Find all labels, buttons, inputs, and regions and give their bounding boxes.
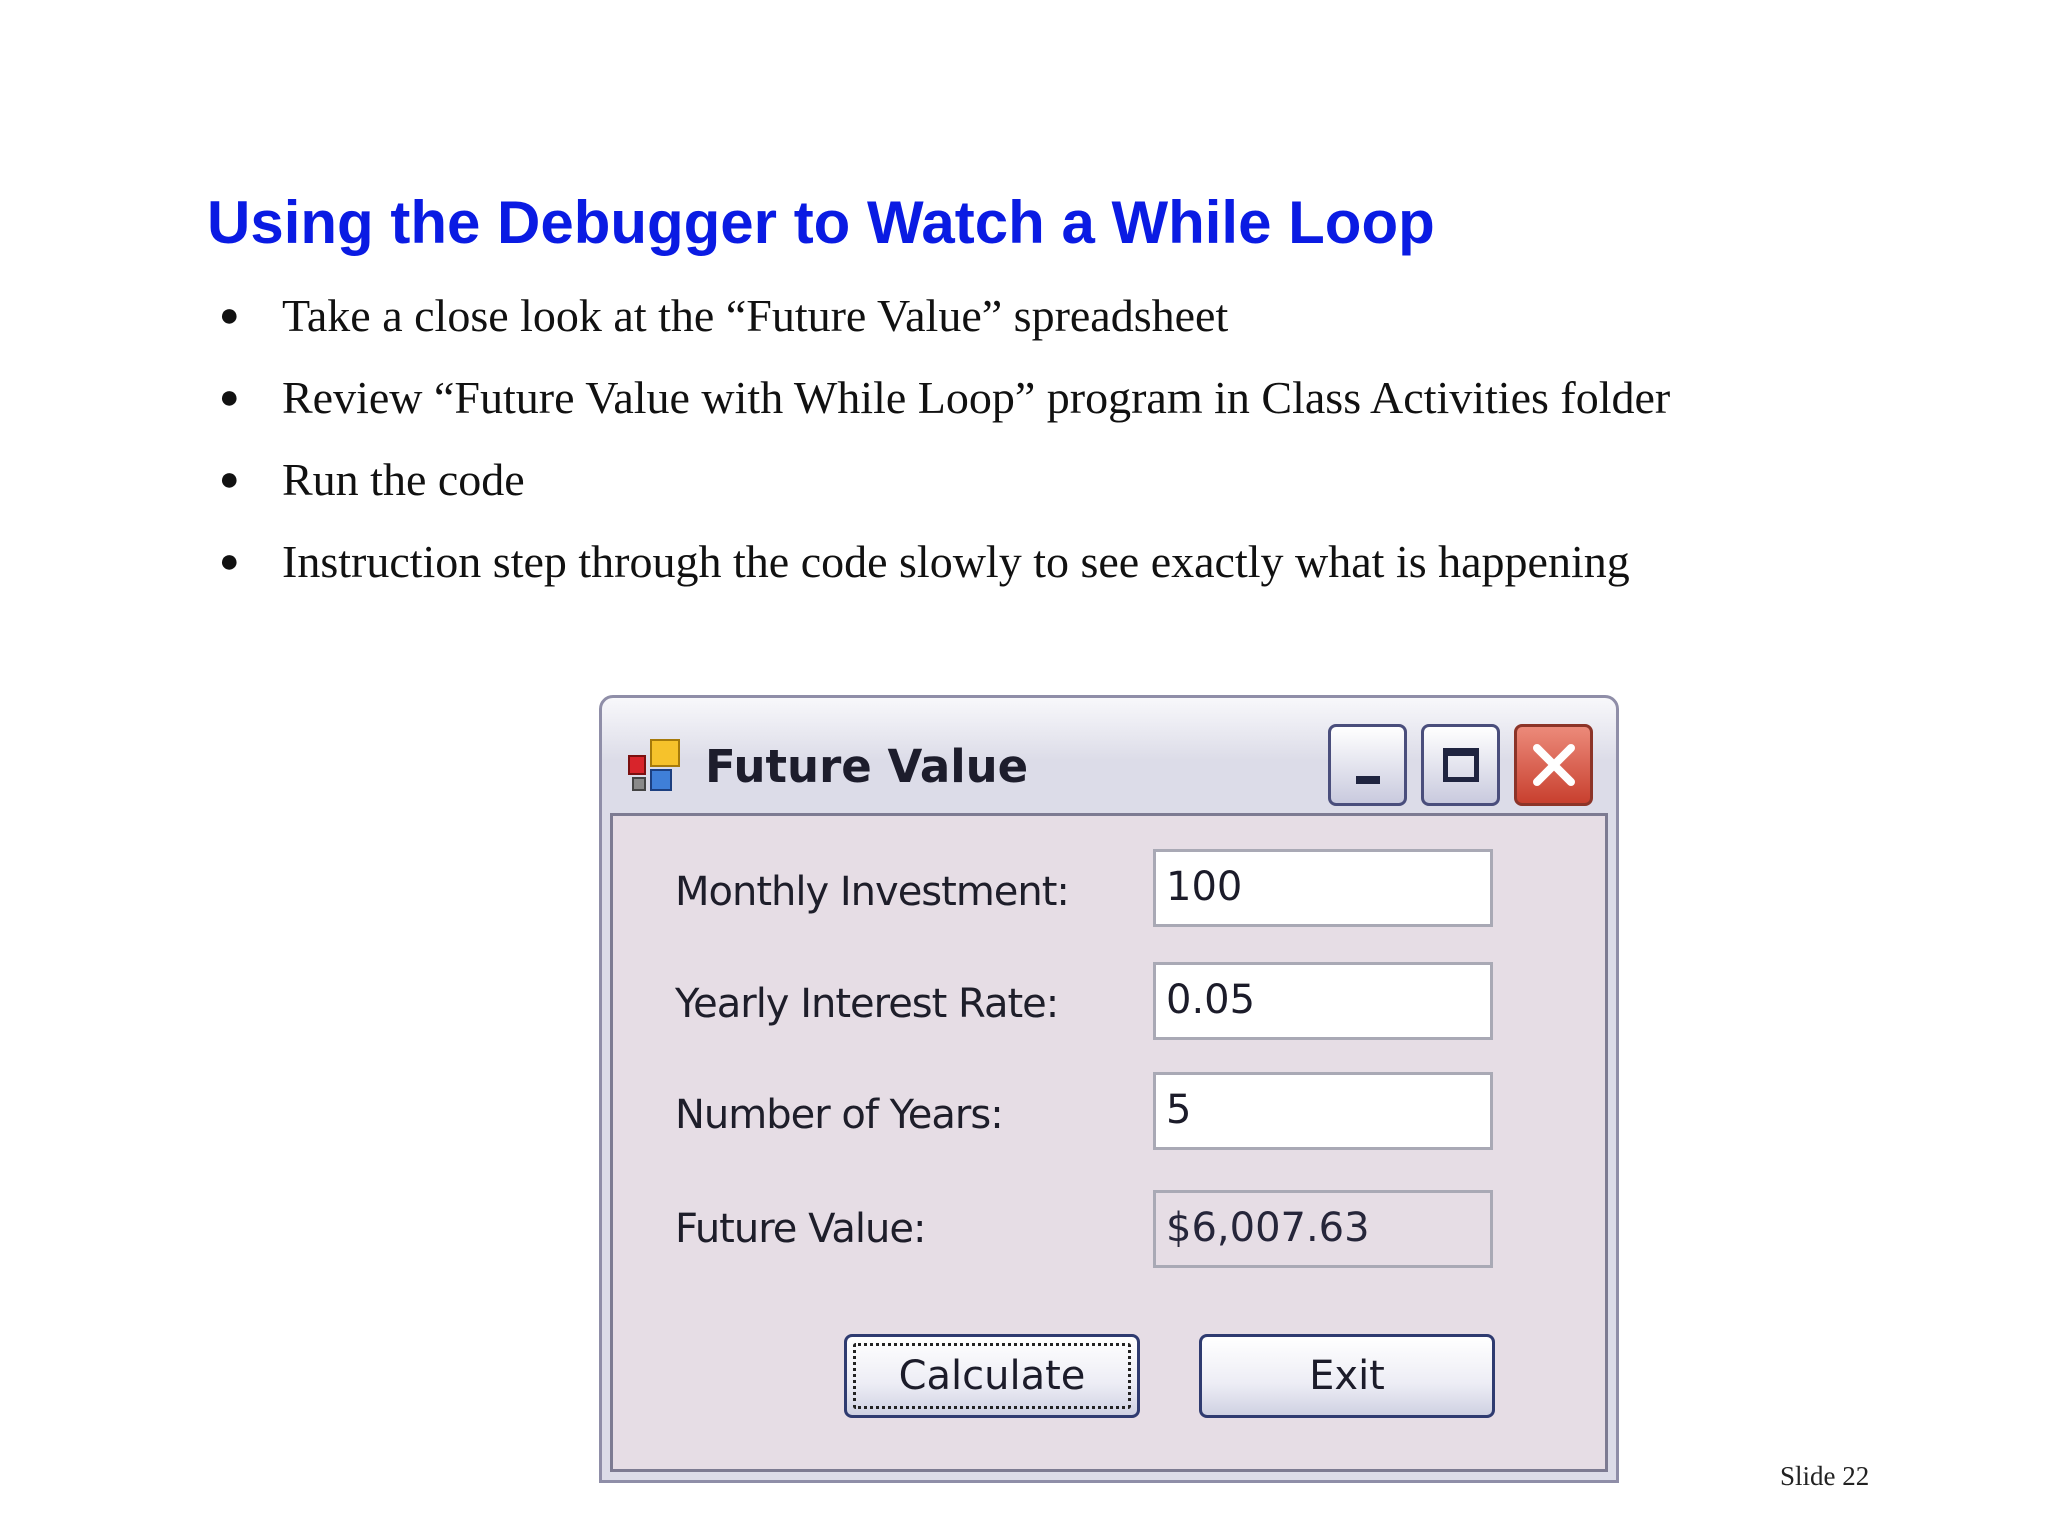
window-titlebar[interactable]: Future Value [602, 698, 1616, 813]
bullet-text: Instruction step through the code slowly… [282, 536, 1630, 587]
monthly-investment-label: Monthly Investment: [675, 869, 1070, 915]
bullet-icon: ● [219, 297, 240, 334]
slide-number: Slide 22 [1780, 1461, 1870, 1491]
bullet-list: ● Take a close look at the “Future Value”… [207, 285, 1707, 613]
exit-button[interactable]: Exit [1199, 1334, 1495, 1418]
future-value-output: $6,007.63 [1153, 1190, 1493, 1268]
close-button[interactable] [1514, 724, 1593, 806]
bullet-item: ● Review “Future Value with While Loop” p… [207, 367, 1707, 429]
future-value-window: Future Value Monthly Investment: 100 Yea… [599, 695, 1619, 1483]
yearly-interest-rate-input[interactable]: 0.05 [1153, 962, 1493, 1040]
bullet-icon: ● [219, 379, 240, 416]
form-app-icon [628, 739, 680, 791]
bullet-text: Take a close look at the “Future Value” … [282, 290, 1229, 341]
slide-title: Using the Debugger to Watch a While Loop [207, 189, 1435, 256]
window-client-area: Monthly Investment: 100 Yearly Interest … [610, 813, 1608, 1472]
number-of-years-label: Number of Years: [675, 1092, 1004, 1138]
future-value-label: Future Value: [675, 1206, 926, 1252]
close-icon [1532, 744, 1575, 786]
bullet-icon: ● [219, 543, 240, 580]
calculate-button[interactable]: Calculate [844, 1334, 1140, 1418]
bullet-item: ● Run the code [207, 449, 1707, 511]
bullet-text: Run the code [282, 454, 525, 505]
bullet-icon: ● [219, 461, 240, 498]
maximize-button[interactable] [1421, 724, 1500, 806]
bullet-item: ● Instruction step through the code slowl… [207, 531, 1707, 593]
focus-rectangle [853, 1343, 1131, 1409]
exit-button-label: Exit [1309, 1353, 1385, 1399]
minimize-icon [1355, 776, 1380, 784]
minimize-button[interactable] [1328, 724, 1407, 806]
monthly-investment-input[interactable]: 100 [1153, 849, 1493, 927]
bullet-text: Review “Future Value with While Loop” pr… [282, 372, 1671, 423]
number-of-years-input[interactable]: 5 [1153, 1072, 1493, 1150]
yearly-interest-rate-label: Yearly Interest Rate: [675, 981, 1059, 1027]
bullet-item: ● Take a close look at the “Future Value”… [207, 285, 1707, 347]
maximize-icon [1442, 748, 1479, 782]
window-title: Future Value [705, 740, 1029, 793]
